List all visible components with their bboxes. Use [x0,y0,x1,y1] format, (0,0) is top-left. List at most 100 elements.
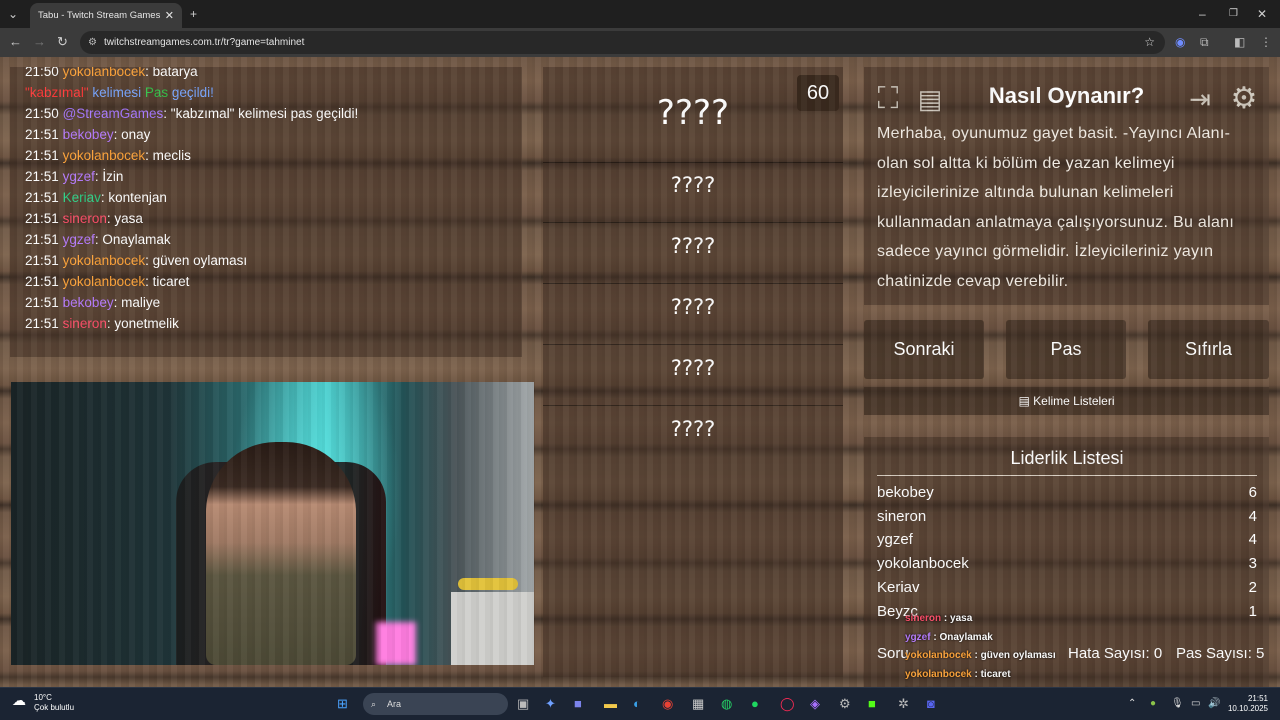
extension-icon[interactable]: ◉ [1175,34,1185,50]
chat-text: : "kabzımal" kelimesi pas geçildi! [163,106,359,121]
chat-overlay: sineron : yasa ygzef : Onaylamak yokolanbo… [905,610,1085,687]
settings-gear-icon[interactable]: ⚙ [1226,83,1262,115]
chat-line: 21:51 yokolanbocek: meclis [10,145,522,166]
network-icon[interactable]: ▭ [1191,697,1200,711]
leaderboard-row: Keriav 2 [877,577,1257,599]
chat-user: Keriav [62,190,101,205]
word-lists-button[interactable]: ▤ Kelime Listeleri [864,387,1269,415]
chat-text: : İzin [94,169,124,184]
chat-time: 21:51 [25,316,59,331]
overlay-user: ygzef [905,631,931,643]
chat-time: 21:50 [25,106,59,121]
chat-user: yokolanbocek [62,253,146,268]
minimize-icon[interactable]: – [1199,6,1206,22]
window-close-icon[interactable]: ✕ [1257,6,1267,22]
chat-line: 21:51 sineron: yasa [10,208,522,229]
overlay-user: yokolanbocek [905,650,972,661]
chat-line: 21:51 bekobey: onay [10,124,522,145]
system-clock[interactable]: 21:51 10.10.2025 [1228,694,1268,714]
chat-line: 21:51 Keriav: kontenjan [10,187,522,208]
discord-icon[interactable]: ◙ [927,696,935,712]
chat-user: sineron [62,316,107,331]
cloud-icon: ☁ [12,692,26,708]
chat-time: 21:51 [25,169,59,184]
copilot-icon[interactable]: ✦ [545,696,556,712]
chat-time: 21:51 [25,127,59,142]
start-windows-icon[interactable]: ⊞ [337,696,348,712]
overlay-message: sineron : yasa [905,610,1085,629]
opera-icon[interactable]: ◯ [780,696,795,712]
overlay-user: sineron [905,613,942,624]
store-icon[interactable]: ▦ [692,696,704,712]
search-label: Ara [387,699,402,709]
browser-toolbar: ← → ↻ ⚙ twitchstreamgames.com.tr/tr?game… [0,28,1280,57]
weather-widget[interactable]: ☁ 10°C Çok bulutlu [12,693,74,713]
reload-icon[interactable]: ↻ [57,34,68,50]
tab-list-chevron-icon[interactable]: ⌄ [8,6,18,22]
chat-user: yokolanbocek [62,148,146,163]
clock-date: 10.10.2025 [1227,704,1268,713]
game-page: 21:50 yokolanbocek: batarya "kabzımal" k… [0,57,1280,687]
task-view-icon[interactable]: ▣ [517,696,529,712]
new-tab-plus-icon[interactable]: + [190,6,197,22]
chat-line: 21:51 yokolanbocek: güven oylaması [10,250,522,271]
browser-menu-icon[interactable]: ⋮ [1260,34,1272,50]
overlay-text: : Onaylamak [930,631,993,643]
restore-icon[interactable]: ❐ [1229,6,1238,22]
chrome-icon[interactable]: ◉ [662,696,673,712]
system-text: geçildi! [168,85,214,100]
chat-line: 21:51 sineron: yonetmelik [10,313,522,334]
whatsapp-icon[interactable]: ◍ [721,696,732,712]
chat-panel: 21:50 yokolanbocek: batarya "kabzımal" k… [10,67,522,357]
reset-button[interactable]: Sıfırla [1148,320,1269,379]
logout-icon[interactable]: ⇥ [1182,83,1218,115]
forward-arrow-icon[interactable]: → [33,34,46,50]
word-lists-label: Kelime Listeleri [1033,394,1115,408]
extensions-puzzle-icon[interactable]: ⧉ [1200,34,1209,50]
settings-icon[interactable]: ⚙ [839,696,851,712]
tray-app-icon[interactable]: ● [1150,697,1156,711]
kick-icon[interactable]: ■ [868,696,876,712]
tray-chevron-icon[interactable]: ⌃ [1128,697,1136,711]
leaderboard-title: Liderlik Listesi [877,448,1257,476]
spotify-icon[interactable]: ● [751,696,759,712]
back-arrow-icon[interactable]: ← [9,34,22,50]
site-info-icon[interactable]: ⚙ [88,31,97,54]
webcam-feed [11,382,534,665]
file-explorer-icon[interactable]: ▬ [604,696,617,712]
app-gear-icon[interactable]: ✲ [898,696,909,712]
chat-text: : ticaret [145,274,190,289]
chat-time: 21:51 [25,274,59,289]
edge-icon[interactable]: ◐ [633,696,641,712]
tab-title: Tabu - Twitch Stream Games [38,10,161,21]
forbidden-word: ???? [670,295,716,319]
browser-tab[interactable]: Tabu - Twitch Stream Games ✕ [30,3,182,28]
chat-text: : güven oylaması [145,253,248,268]
chat-text: : maliye [113,295,161,310]
address-bar[interactable]: ⚙ twitchstreamgames.com.tr/tr?game=tahmi… [80,31,1165,54]
tab-close-icon[interactable]: ✕ [165,9,174,22]
taskbar-search[interactable]: ⌕ Ara [363,693,508,715]
system-text: kelimesi [88,85,145,100]
pass-button[interactable]: Pas [1006,320,1126,379]
next-button[interactable]: Sonraki [864,320,984,379]
chat-user: ygzef [62,232,95,247]
profile-avatar-icon[interactable]: ◧ [1234,34,1245,50]
system-pas: Pas [144,85,169,100]
howto-body: Merhaba, oyunumuz gayet basit. -Yayıncı … [877,125,1235,290]
document-icon: ▤ [1018,394,1034,408]
microphone-icon[interactable]: 🎙 [1171,697,1184,711]
word-card: ???? ???? ???? ???? ???? ???? [543,67,843,677]
forbidden-word: ???? [670,417,716,441]
player-name: ygzef [877,531,913,549]
volume-icon[interactable]: 🔊 [1208,697,1220,711]
player-name: yokolanbocek [877,555,969,573]
chat-user: yokolanbocek [62,67,146,79]
twitch-icon[interactable]: ◈ [810,696,820,712]
chat-time: 21:51 [25,211,59,226]
bookmark-star-icon[interactable]: ☆ [1144,31,1155,54]
teams-icon[interactable]: ■ [574,696,582,712]
player-name: sineron [877,507,927,525]
chat-text: batarya [152,67,198,79]
chat-text: : yasa [106,211,143,226]
